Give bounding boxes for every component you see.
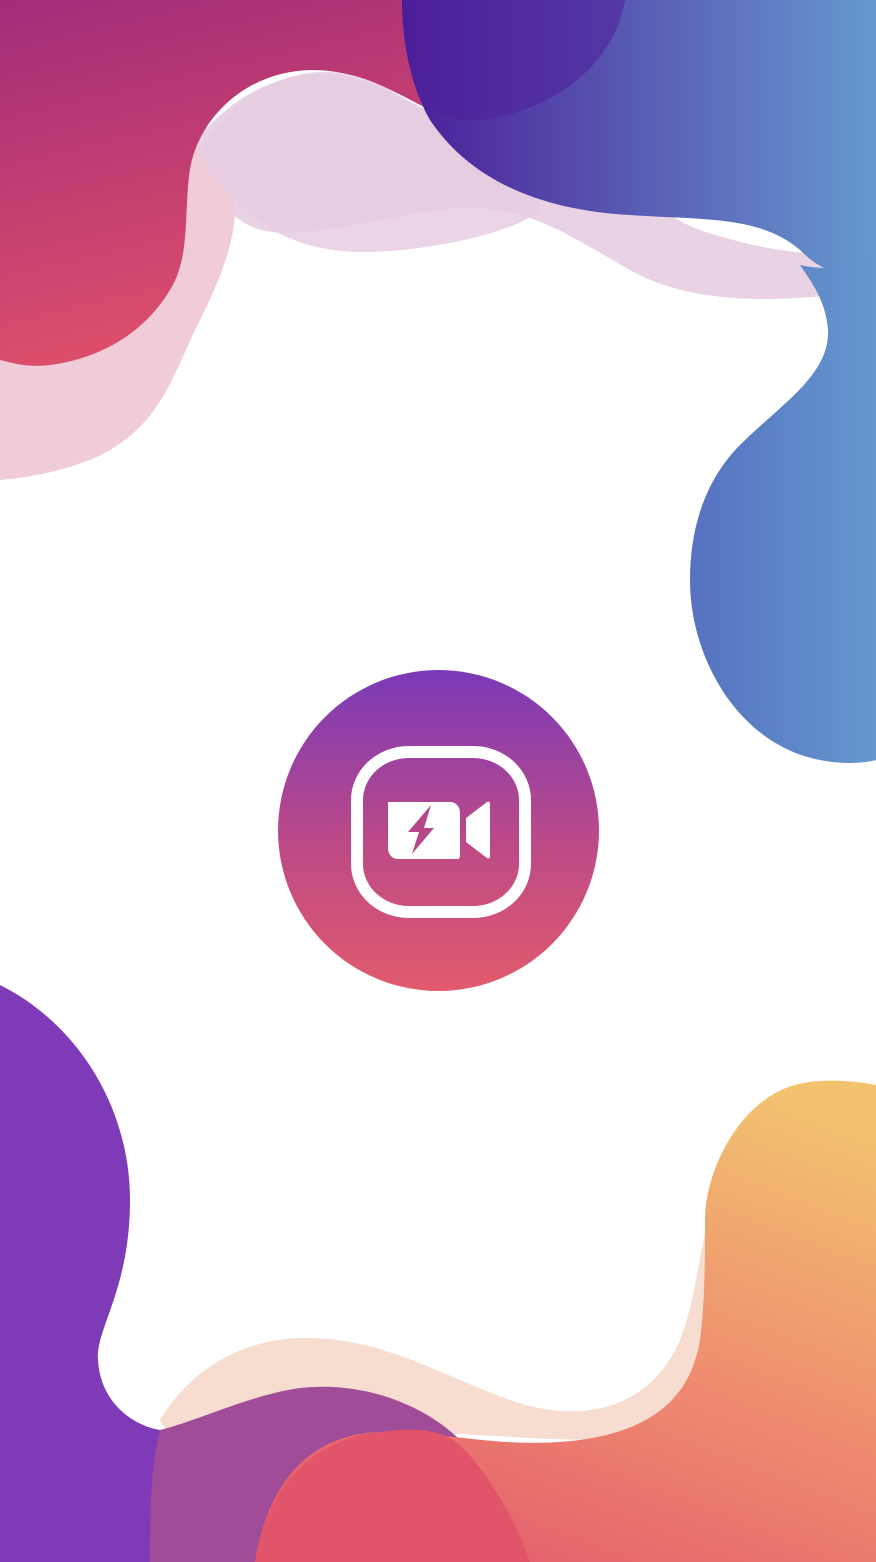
app-logo-button[interactable] xyxy=(278,670,599,991)
splash-screen xyxy=(0,0,876,1562)
right-blob xyxy=(690,255,876,763)
logo-circle xyxy=(278,670,599,991)
